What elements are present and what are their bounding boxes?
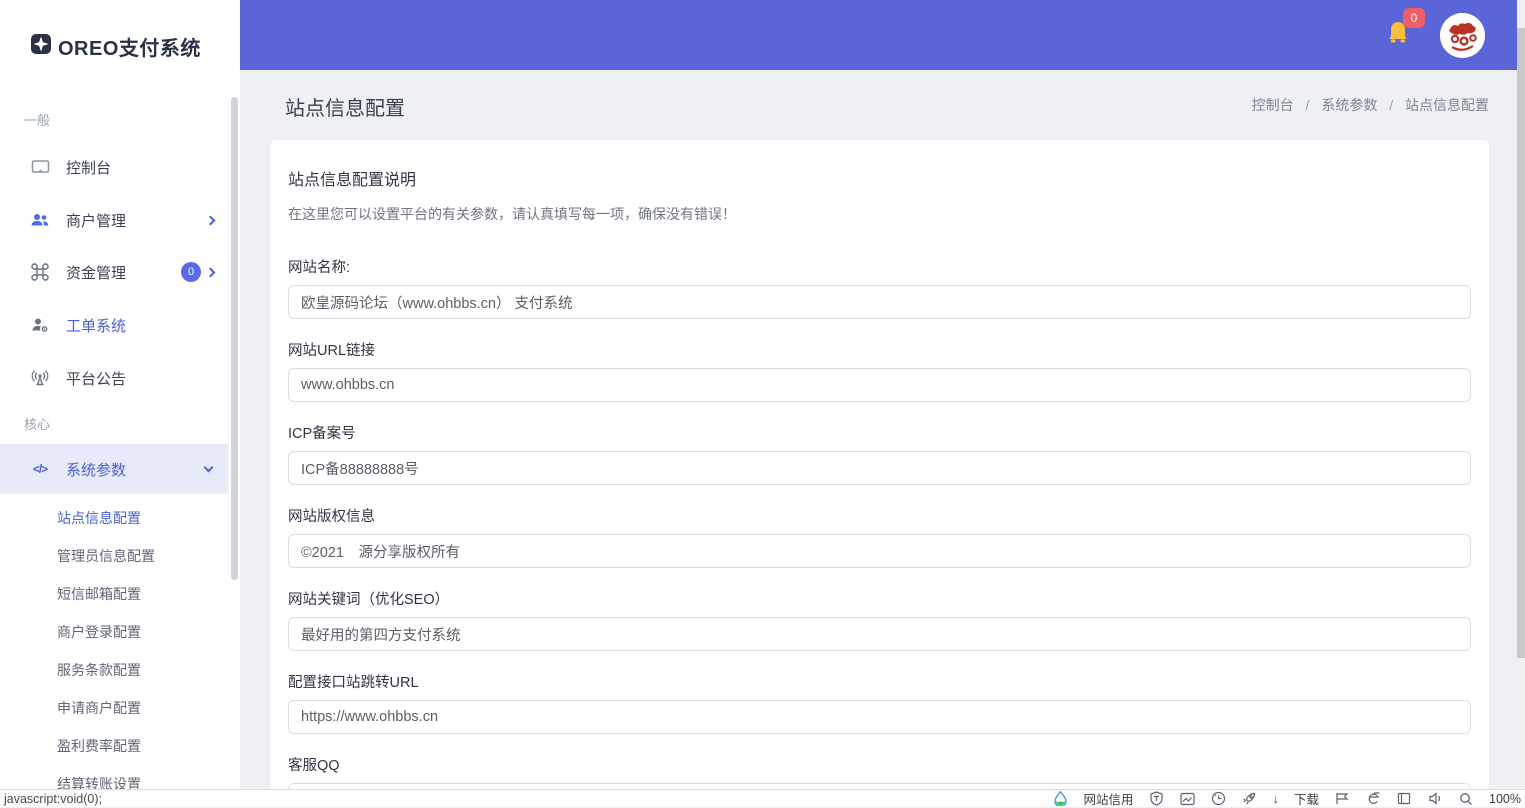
speed-mode-icon[interactable] (1211, 791, 1227, 807)
user-gear-icon (30, 315, 50, 335)
submenu-item-profit-rate[interactable]: 盈利费率配置 (57, 736, 141, 756)
site-name-input[interactable] (288, 285, 1471, 319)
field-label-redirect-url: 配置接口站跳转URL (288, 671, 1471, 691)
shield-icon[interactable] (1149, 791, 1165, 807)
rocket-icon[interactable] (1242, 791, 1258, 807)
submenu-item-sms-email[interactable]: 短信邮箱配置 (57, 584, 141, 604)
seo-keywords-input[interactable] (288, 617, 1471, 651)
submenu-item-merchant-login[interactable]: 商户登录配置 (57, 622, 141, 642)
command-icon (30, 262, 50, 282)
brand-star-icon (30, 33, 52, 60)
icp-number-input[interactable] (288, 451, 1471, 485)
notification-bell-button[interactable]: 0 (1383, 18, 1417, 52)
main-content: 站点信息配置 控制台 / 系统参数 / 站点信息配置 站点信息配置说明 在这里您… (240, 70, 1517, 789)
sidebar-item-funds[interactable]: 资金管理 0 (0, 253, 228, 291)
breadcrumb-console[interactable]: 控制台 (1252, 97, 1294, 113)
sidebar-section-general: 一般 (24, 110, 50, 129)
sidebar-item-merchants[interactable]: 商户管理 (0, 201, 228, 239)
submenu-item-site-info[interactable]: 站点信息配置 (57, 508, 141, 528)
breadcrumb-site-info[interactable]: 站点信息配置 (1405, 97, 1489, 113)
sidebar-item-label: 控制台 (66, 157, 111, 178)
sidebar-item-label: 工单系统 (66, 315, 126, 336)
flag-icon[interactable] (1334, 791, 1350, 807)
window-layout-icon[interactable] (1396, 791, 1412, 807)
breadcrumb-system-params[interactable]: 系统参数 (1321, 97, 1377, 113)
window-scrollbar-track[interactable] (1517, 0, 1525, 789)
sidebar-item-console[interactable]: 控制台 (0, 148, 228, 186)
code-icon: </> (30, 459, 50, 479)
speaker-icon[interactable] (1427, 791, 1443, 807)
sidebar-item-system-params[interactable]: </> 系统参数 (0, 444, 228, 494)
submenu-item-terms[interactable]: 服务条款配置 (57, 660, 141, 680)
copyright-input[interactable] (288, 534, 1471, 568)
zoom-level[interactable]: 100% (1489, 792, 1521, 806)
ie-compat-icon[interactable] (1365, 791, 1381, 807)
sidebar-item-label: 系统参数 (66, 459, 126, 480)
field-label-service-qq: 客服QQ (288, 754, 1471, 774)
config-card: 站点信息配置说明 在这里您可以设置平台的有关参数，请认真填写每一项，确保没有错误… (270, 140, 1489, 789)
sidebar-item-label: 商户管理 (66, 210, 126, 231)
submenu-item-admin-info[interactable]: 管理员信息配置 (57, 546, 155, 566)
sidebar-scrollbar-thumb[interactable] (231, 97, 238, 580)
sidebar-item-label: 资金管理 (66, 262, 126, 283)
chevron-right-icon (206, 267, 216, 277)
window-scrollbar-thumb[interactable] (1517, 28, 1525, 658)
field-label-copyright: 网站版权信息 (288, 505, 1471, 525)
submenu-item-apply-merchant[interactable]: 申请商户配置 (57, 698, 141, 718)
brand-logo[interactable]: OREO支付系统 (30, 32, 201, 61)
field-label-site-name: 网站名称: (288, 256, 1471, 276)
breadcrumb-separator: / (1389, 97, 1393, 113)
sidebar-item-tickets[interactable]: 工单系统 (0, 306, 228, 344)
field-label-site-url: 网站URL链接 (288, 339, 1471, 359)
sidebar-item-label: 平台公告 (66, 368, 126, 389)
browser-status-bar: javascript:void(0); 网站信用 ↓ 下载 (0, 789, 1525, 807)
submenu-item-settlement[interactable]: 结算转账设置 (57, 774, 141, 789)
scroll-down-icon[interactable]: ↓ (1273, 791, 1280, 806)
brand-title: OREO支付系统 (58, 32, 201, 61)
users-icon (30, 210, 50, 230)
site-credit-button[interactable]: 网站信用 (1083, 789, 1133, 808)
card-description: 在这里您可以设置平台的有关参数，请认真填写每一项，确保没有错误！ (288, 204, 1471, 224)
user-avatar[interactable] (1440, 13, 1485, 58)
sidebar-section-core: 核心 (24, 414, 50, 433)
breadcrumb: 控制台 / 系统参数 / 站点信息配置 (1252, 95, 1489, 115)
site-url-input[interactable] (288, 368, 1471, 402)
sidebar-item-announcements[interactable]: 平台公告 (0, 359, 228, 397)
notification-count-badge: 0 (1403, 8, 1425, 28)
status-link-preview: javascript:void(0); (0, 792, 102, 806)
broadcast-icon (30, 368, 50, 388)
field-label-icp: ICP备案号 (288, 422, 1471, 442)
page-title: 站点信息配置 (285, 92, 405, 121)
topbar: 0 (240, 0, 1517, 70)
image-blocker-icon[interactable] (1180, 791, 1196, 807)
redirect-url-input[interactable] (288, 700, 1471, 734)
download-button[interactable]: 下载 (1294, 789, 1319, 808)
chevron-down-icon (204, 462, 214, 472)
status-right-tools: 网站信用 ↓ 下载 100% (1052, 789, 1525, 808)
bell-icon (1383, 35, 1413, 52)
chevron-right-icon (206, 215, 216, 225)
water-drop-icon[interactable] (1052, 791, 1068, 807)
zoom-search-icon[interactable] (1458, 791, 1474, 807)
breadcrumb-separator: / (1306, 97, 1310, 113)
monitor-icon (30, 157, 50, 177)
sidebar: OREO支付系统 一般 控制台 商户管理 资金管理 0 工单系统 平台公告 (0, 0, 240, 789)
funds-count-badge: 0 (181, 262, 201, 282)
field-label-keywords: 网站关键词（优化SEO） (288, 588, 1471, 608)
card-heading: 站点信息配置说明 (288, 166, 1471, 190)
